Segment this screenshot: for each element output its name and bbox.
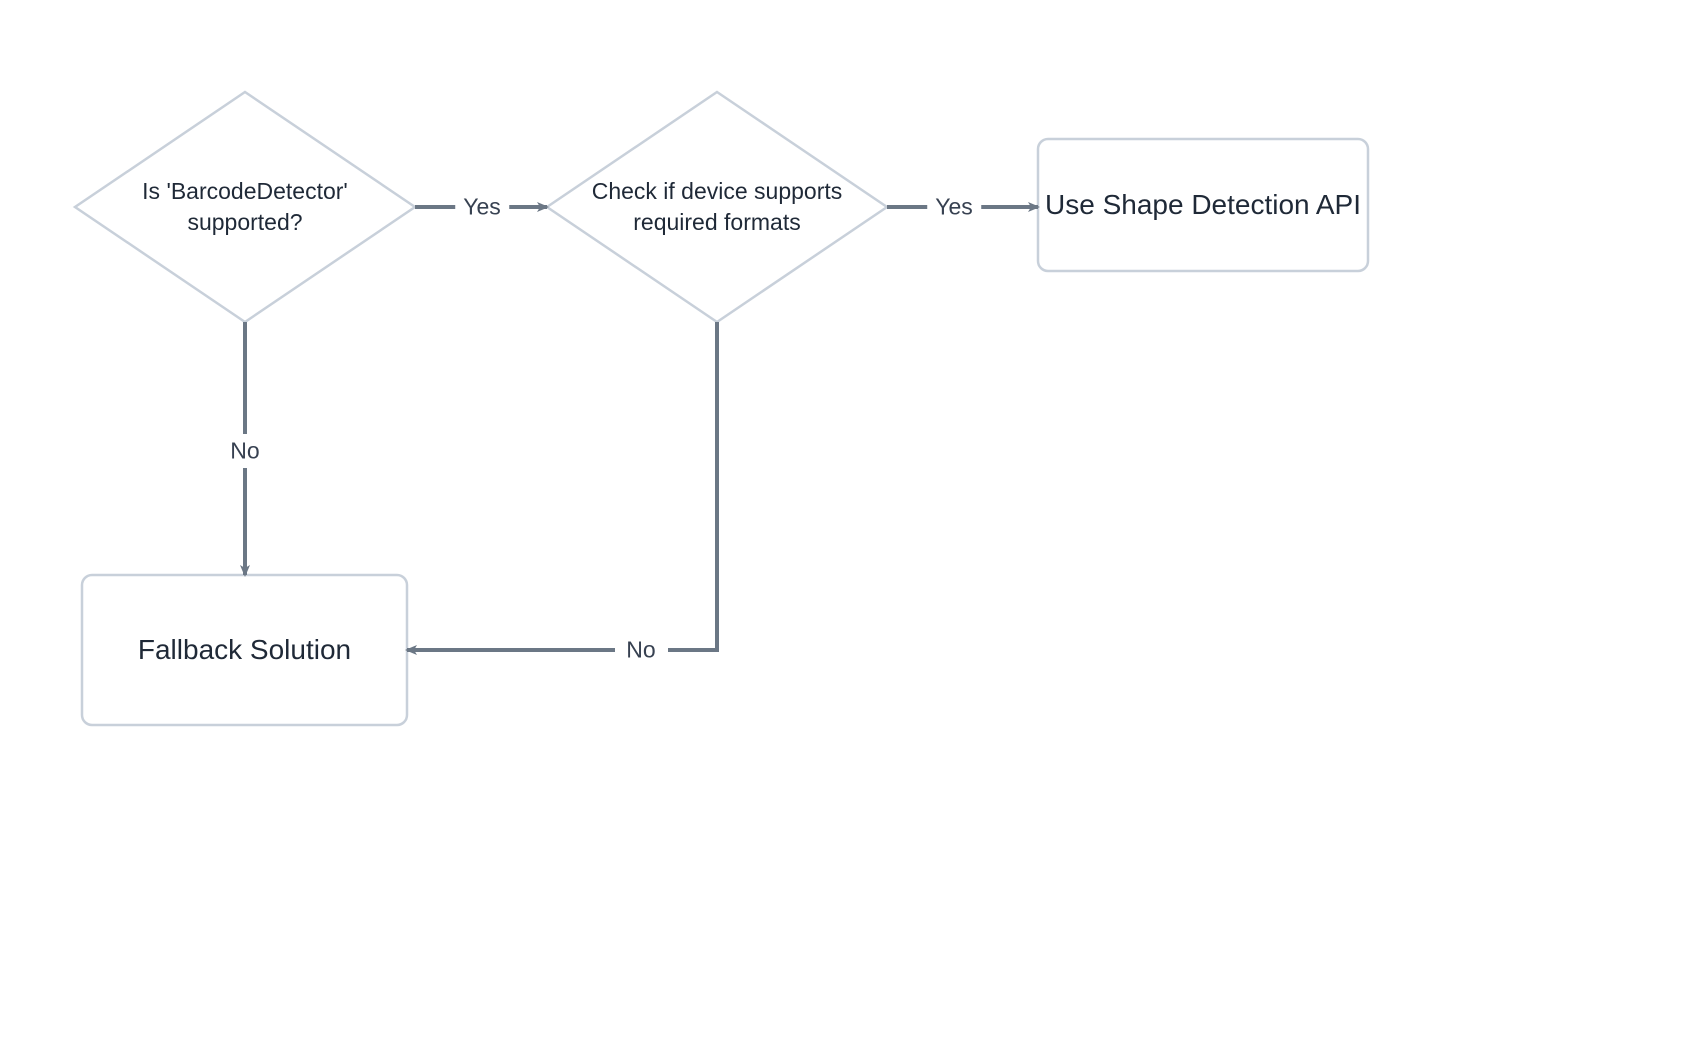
terminal-shape-detection-api (1038, 139, 1368, 271)
terminal-fallback-solution (82, 575, 407, 725)
edge-d2-no-seg1 (668, 322, 717, 650)
decision-device-formats (547, 92, 887, 322)
flowchart-canvas (0, 0, 1700, 1058)
decision-barcode-detector (75, 92, 415, 322)
